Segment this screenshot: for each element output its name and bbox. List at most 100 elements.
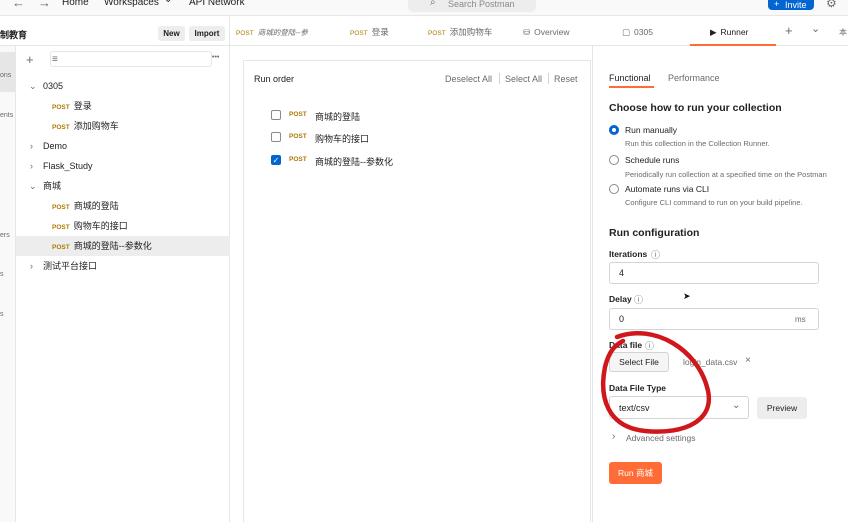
workspaces-chevron-icon[interactable]: ⌄	[164, 0, 172, 5]
tab-label: 登录	[371, 27, 389, 37]
tab-request[interactable]: POST 登录	[350, 16, 410, 46]
tree-request[interactable]: POST 添加购物车	[16, 116, 230, 136]
search-placeholder: Search Postman	[448, 0, 515, 9]
tree-folder-test-platform[interactable]: › 测试平台接口	[16, 256, 230, 276]
tree-request[interactable]: POST 商城的登陆	[16, 196, 230, 216]
search-input[interactable]: ⌕ Search Postman	[408, 0, 536, 12]
run-manually-desc: Run this collection in the Collection Ru…	[625, 139, 770, 148]
method-badge: POST	[52, 244, 70, 251]
tab-request[interactable]: POST 添加购物车	[428, 16, 508, 46]
info-icon[interactable]: ⓘ	[651, 248, 660, 261]
folder-label: Flask_Study	[43, 161, 93, 171]
folder-label: 商城	[43, 181, 62, 191]
cli-radio[interactable]	[609, 184, 619, 194]
new-button[interactable]: New	[158, 26, 185, 41]
rail-history-label[interactable]: s	[0, 311, 4, 318]
run-item-checkbox[interactable]	[271, 110, 281, 120]
workspace-name: 制教育	[0, 30, 28, 40]
tree-folder-0305[interactable]: ⌄ 0305	[16, 76, 230, 96]
more-options-icon[interactable]: •••	[212, 54, 219, 61]
request-label: 登录	[73, 101, 92, 111]
request-label: 商城的登陆--参数化	[73, 241, 152, 251]
rail-flows-label[interactable]: s	[0, 271, 4, 278]
method-badge: POST	[289, 133, 307, 140]
tabs-chevron-down-icon[interactable]: ⌄	[811, 22, 820, 35]
run-order-title: Run order	[254, 74, 295, 84]
invite-plus-icon: +	[774, 0, 780, 9]
schedule-runs-label[interactable]: Schedule runs	[625, 155, 679, 165]
tab-folder-0305[interactable]: ▢ 0305	[622, 16, 672, 46]
tree-request[interactable]: POST 登录	[16, 96, 230, 116]
run-order-panel: Run order Deselect All Select All Reset …	[243, 60, 591, 522]
add-collection-icon[interactable]: +	[26, 52, 34, 67]
invite-button[interactable]: + Invite	[768, 0, 814, 10]
runner-config-panel	[592, 46, 848, 522]
functional-underline	[609, 86, 654, 88]
deselect-all-link[interactable]: Deselect All	[445, 74, 492, 84]
reset-link[interactable]: Reset	[554, 74, 578, 84]
gear-icon[interactable]: ⚙	[826, 0, 837, 10]
request-label: 购物车的接口	[73, 221, 128, 231]
method-badge: POST	[52, 224, 70, 231]
method-badge: POST	[52, 104, 70, 111]
method-badge: POST	[289, 111, 307, 118]
tab-functional[interactable]: Functional	[609, 73, 651, 83]
invite-label: Invite	[785, 0, 807, 10]
run-item-checkbox-checked[interactable]: ✓	[271, 155, 281, 165]
tab-performance[interactable]: Performance	[668, 73, 720, 83]
tree-request-selected[interactable]: POST 商城的登陆--参数化	[16, 236, 230, 256]
new-tab-icon[interactable]: +	[785, 23, 793, 38]
divider	[499, 73, 500, 84]
run-item-checkbox[interactable]	[271, 132, 281, 142]
home-link[interactable]: Home	[62, 0, 89, 8]
rail-collections-label[interactable]: ons	[0, 72, 11, 79]
chevron-right-icon: ›	[30, 141, 33, 151]
method-badge: POST	[428, 30, 446, 37]
workspaces-menu[interactable]: Workspaces	[104, 0, 159, 8]
how-to-run-heading: Choose how to run your collection	[609, 102, 782, 114]
schedule-runs-radio[interactable]	[609, 155, 619, 165]
method-badge: POST	[236, 30, 254, 37]
api-network-link[interactable]: API Network	[189, 0, 245, 8]
back-arrow-icon[interactable]: ←	[12, 0, 25, 10]
forward-arrow-icon[interactable]: →	[38, 0, 51, 10]
method-badge: POST	[289, 156, 307, 163]
tab-request[interactable]: POST 商城的登陆--参	[236, 16, 326, 46]
tree-folder-shop[interactable]: ⌄ 商城	[16, 176, 230, 196]
schedule-desc-clip: Periodically run collection at a specifi…	[625, 169, 848, 179]
tree-folder-demo[interactable]: › Demo	[16, 136, 230, 156]
import-button[interactable]: Import	[189, 26, 225, 41]
environment-selector[interactable]: 本	[839, 27, 847, 38]
collections-tree: + ≡ ••• ⌄ 0305 POST 登录 POST 添加购物车 › Demo ›…	[16, 46, 230, 522]
run-manually-label[interactable]: Run manually	[625, 125, 677, 135]
tree-request[interactable]: POST 购物车的接口	[16, 216, 230, 236]
tab-label: 0305	[634, 27, 653, 37]
tree-folder-flask-study[interactable]: › Flask_Study	[16, 156, 230, 176]
delay-unit: ms	[795, 315, 806, 324]
iterations-label: Iterations	[609, 249, 648, 259]
remove-file-icon[interactable]: ×	[745, 355, 751, 366]
info-icon[interactable]: ⓘ	[634, 293, 643, 306]
chevron-right-icon: ›	[30, 161, 33, 171]
cli-desc: Configure CLI command to run on your bui…	[625, 198, 803, 207]
select-all-link[interactable]: Select All	[505, 74, 542, 84]
delay-label: Delay	[609, 294, 632, 304]
run-configuration-heading: Run configuration	[609, 227, 700, 239]
schedule-runs-desc: Periodically run collection at a specifi…	[625, 170, 827, 179]
chevron-down-icon: ⌄	[29, 181, 37, 191]
tab-label: 添加购物车	[449, 27, 493, 37]
annotation-stroke	[600, 331, 711, 434]
divider	[548, 73, 549, 84]
mouse-cursor-icon: ➤	[683, 291, 691, 301]
tab-overview[interactable]: ⛁ Overview	[523, 16, 583, 46]
rail-servers-label[interactable]: ers	[0, 232, 10, 239]
iterations-input[interactable]: 4	[609, 262, 819, 284]
run-collection-button[interactable]: Run 商城	[609, 462, 662, 484]
tree-search-input[interactable]	[50, 51, 212, 67]
tab-runner[interactable]: ▶ Runner	[690, 16, 776, 46]
cli-label[interactable]: Automate runs via CLI	[625, 184, 709, 194]
tab-label: Overview	[534, 27, 570, 37]
run-manually-radio[interactable]	[609, 125, 619, 135]
rail-environments-label[interactable]: ents	[0, 112, 13, 119]
preview-button[interactable]: Preview	[757, 397, 807, 419]
